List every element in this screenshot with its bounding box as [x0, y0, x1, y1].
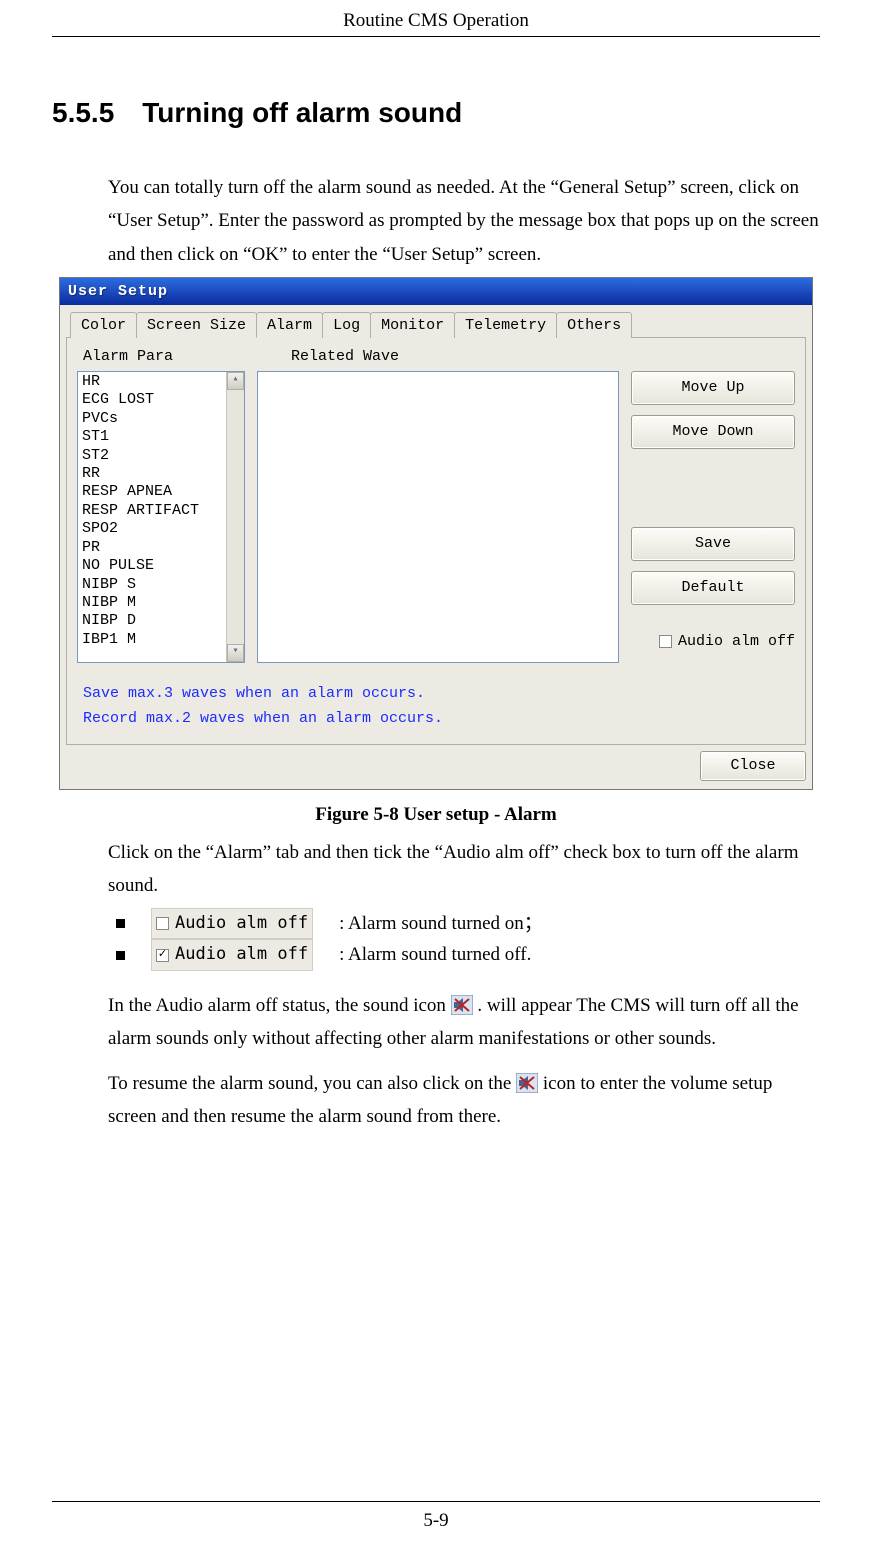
page-number: 5-9: [52, 1510, 820, 1532]
tab-screen-size[interactable]: Screen Size: [136, 312, 257, 338]
bullet-alarm-off: ✓ Audio alm off : Alarm sound turned off…: [108, 939, 820, 970]
bullet-alarm-on: Audio alm off : Alarm sound turned on；: [108, 908, 820, 939]
tab-panel-alarm: Alarm Para Related Wave HR ECG LOST PVCs…: [66, 338, 806, 745]
list-items: HR ECG LOST PVCs ST1 ST2 RR RESP APNEA R…: [78, 372, 226, 662]
list-item[interactable]: NIBP S: [82, 576, 222, 594]
scroll-up-icon[interactable]: ▴: [227, 372, 244, 390]
list-item[interactable]: HR: [82, 373, 222, 391]
bullet-on-desc: : Alarm sound turned on；: [339, 909, 543, 939]
list-item[interactable]: RESP ARTIFACT: [82, 502, 222, 520]
tab-strip: Color Screen Size Alarm Log Monitor Tele…: [66, 311, 806, 338]
list-item[interactable]: NIBP D: [82, 612, 222, 630]
speaker-muted-icon: [451, 995, 473, 1015]
user-setup-dialog: User Setup Color Screen Size Alarm Log M…: [59, 277, 813, 790]
bullet-off-desc: : Alarm sound turned off.: [339, 940, 531, 970]
dialog-titlebar: User Setup: [60, 278, 812, 305]
bullet-icon: [116, 951, 125, 960]
scroll-down-icon[interactable]: ▾: [227, 644, 244, 662]
save-button[interactable]: Save: [631, 527, 795, 561]
intro-paragraph: You can totally turn off the alarm sound…: [108, 171, 820, 271]
checkbox-unchecked-icon: [156, 917, 169, 930]
list-item[interactable]: NO PULSE: [82, 557, 222, 575]
checkbox-icon: [659, 635, 672, 648]
audio-off-checked-sample: ✓ Audio alm off: [151, 939, 313, 970]
move-down-button[interactable]: Move Down: [631, 415, 795, 449]
figure-caption: Figure 5-8 User setup - Alarm: [52, 804, 820, 826]
list-item[interactable]: IBP1 M: [82, 631, 222, 649]
move-up-button[interactable]: Move Up: [631, 371, 795, 405]
list-item[interactable]: PVCs: [82, 410, 222, 428]
hint-record-waves: Record max.2 waves when an alarm occurs.: [83, 706, 795, 732]
label-alarm-para: Alarm Para: [83, 348, 173, 365]
tab-monitor[interactable]: Monitor: [370, 312, 455, 338]
related-wave-listbox[interactable]: [257, 371, 619, 663]
status-text-a: In the Audio alarm off status, the sound…: [108, 995, 451, 1016]
list-item[interactable]: NIBP M: [82, 594, 222, 612]
list-item[interactable]: SPO2: [82, 520, 222, 538]
resume-text-a: To resume the alarm sound, you can also …: [108, 1073, 516, 1094]
list-item[interactable]: RESP APNEA: [82, 483, 222, 501]
section-title: Turning off alarm sound: [142, 97, 462, 129]
hint-lines: Save max.3 waves when an alarm occurs. R…: [83, 681, 795, 732]
sample-label: Audio alm off: [175, 910, 308, 937]
label-related-wave: Related Wave: [291, 348, 399, 365]
bullet-icon: [116, 919, 125, 928]
resume-paragraph: To resume the alarm sound, you can also …: [108, 1067, 820, 1134]
tab-others[interactable]: Others: [556, 312, 632, 338]
header-rule: [52, 36, 820, 37]
tab-color[interactable]: Color: [70, 312, 137, 338]
alarm-para-listbox[interactable]: HR ECG LOST PVCs ST1 ST2 RR RESP APNEA R…: [77, 371, 245, 663]
tab-log[interactable]: Log: [322, 312, 371, 338]
close-button[interactable]: Close: [700, 751, 806, 781]
audio-off-unchecked-sample: Audio alm off: [151, 908, 313, 939]
dialog-body: Color Screen Size Alarm Log Monitor Tele…: [60, 305, 812, 789]
listbox-scrollbar[interactable]: ▴ ▾: [226, 372, 244, 662]
list-item[interactable]: PR: [82, 539, 222, 557]
section-number: 5.5.5: [52, 97, 114, 129]
page-header-title: Routine CMS Operation: [52, 10, 820, 36]
after-figure-paragraph: Click on the “Alarm” tab and then tick t…: [108, 836, 820, 903]
list-item[interactable]: RR: [82, 465, 222, 483]
sample-label: Audio alm off: [175, 941, 308, 968]
list-item[interactable]: ECG LOST: [82, 391, 222, 409]
tab-alarm[interactable]: Alarm: [256, 312, 323, 338]
list-item[interactable]: ST2: [82, 447, 222, 465]
hint-save-waves: Save max.3 waves when an alarm occurs.: [83, 681, 795, 707]
speaker-muted-icon: [516, 1073, 538, 1093]
audio-alm-off-checkbox[interactable]: Audio alm off: [631, 633, 795, 650]
list-item[interactable]: ST1: [82, 428, 222, 446]
tab-telemetry[interactable]: Telemetry: [454, 312, 557, 338]
default-button[interactable]: Default: [631, 571, 795, 605]
audio-off-label: Audio alm off: [678, 633, 795, 650]
status-paragraph: In the Audio alarm off status, the sound…: [108, 989, 820, 1056]
checkbox-checked-icon: ✓: [156, 949, 169, 962]
section-heading: 5.5.5 Turning off alarm sound: [52, 97, 820, 129]
page-footer: 5-9: [52, 1501, 820, 1532]
